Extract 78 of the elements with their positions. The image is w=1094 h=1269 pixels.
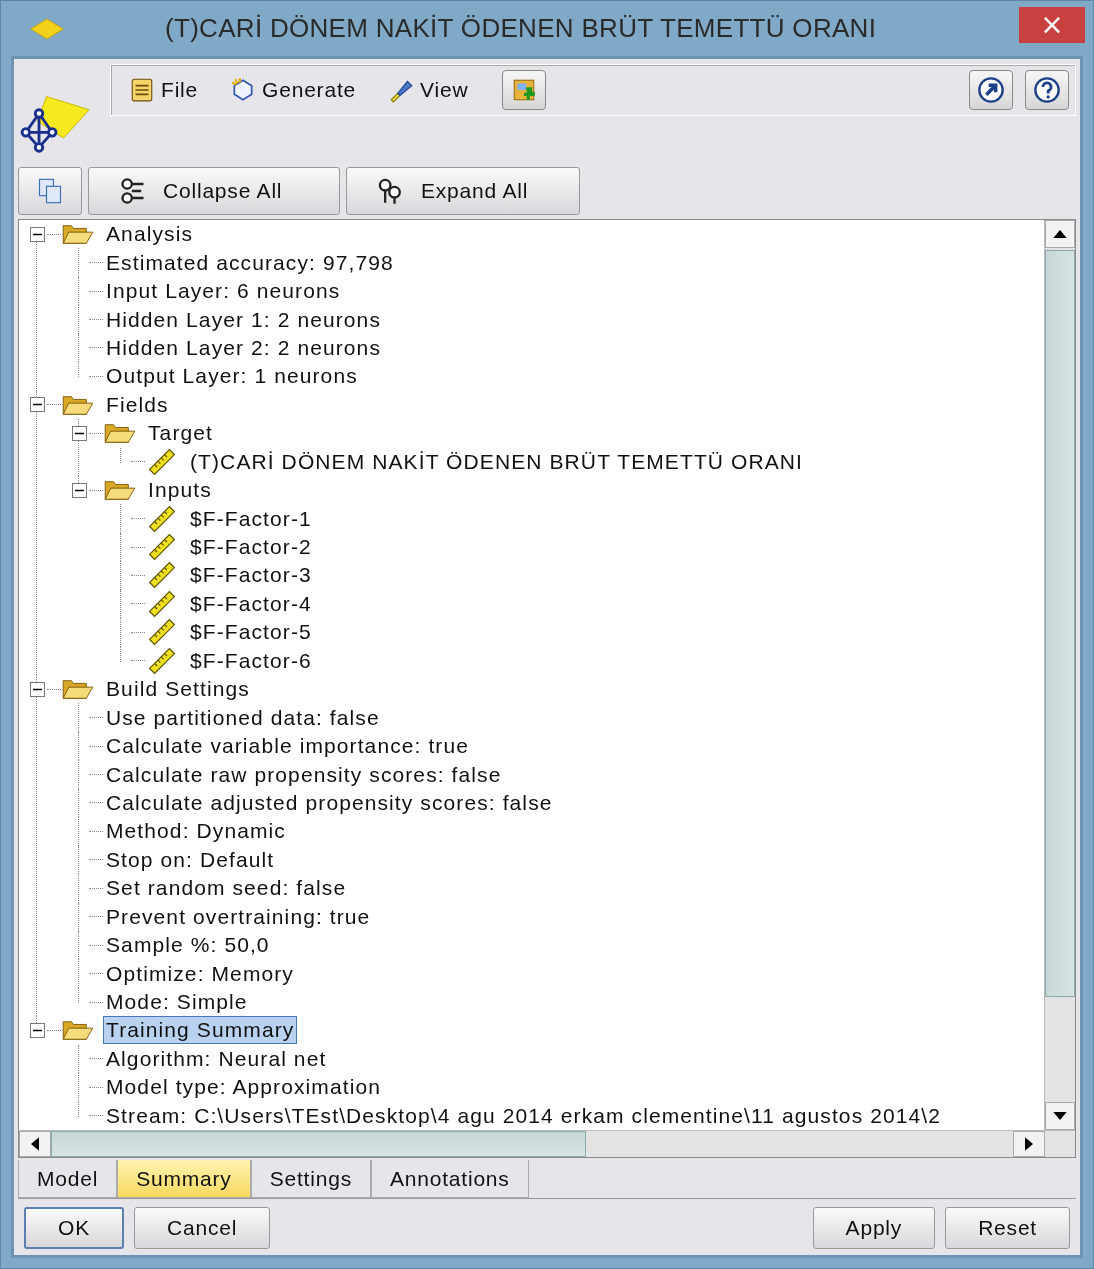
tree-item[interactable]: Set random seed: false: [103, 874, 350, 903]
tree-item[interactable]: Use partitioned data: false: [103, 703, 383, 732]
collapse-icon[interactable]: [29, 1022, 45, 1038]
left-arrow-icon[interactable]: [31, 1137, 39, 1151]
tree-item[interactable]: Prevent overtraining: true: [103, 902, 374, 931]
scroll-thumb[interactable]: [1045, 250, 1075, 997]
tree-item[interactable]: Sample %: 50,0: [103, 931, 273, 960]
folder-icon: [103, 421, 137, 446]
tree-item[interactable]: Stop on: Default: [103, 845, 278, 874]
down-arrow-icon[interactable]: [1053, 1112, 1067, 1120]
tree-item[interactable]: $F-Factor-5: [187, 618, 315, 647]
tab[interactable]: Annotations: [370, 1160, 529, 1198]
copy-button[interactable]: [18, 167, 82, 215]
folder-icon: [61, 677, 95, 702]
table-plus-icon: [511, 77, 538, 103]
tab[interactable]: Summary: [117, 1160, 251, 1198]
folder-icon: [61, 1018, 95, 1043]
copy-icon: [36, 177, 64, 205]
right-arrow-icon[interactable]: [1025, 1137, 1033, 1151]
tree-item[interactable]: Estimated accuracy: 97,798: [103, 248, 397, 277]
collapse-icon[interactable]: [71, 482, 87, 498]
tree-item[interactable]: Target: [145, 419, 216, 448]
folder-icon: [61, 222, 95, 247]
apply-button[interactable]: Apply: [812, 1207, 936, 1249]
tree-item[interactable]: Training Summary: [103, 1016, 298, 1045]
tree-item[interactable]: Hidden Layer 1: 2 neurons: [103, 305, 384, 334]
ok-button[interactable]: OK: [24, 1207, 124, 1249]
close-button[interactable]: ×: [1019, 7, 1085, 43]
arrow-circle-icon: [977, 76, 1005, 104]
horizontal-scrollbar[interactable]: [19, 1130, 1075, 1157]
open-button[interactable]: [969, 70, 1013, 110]
tree-item[interactable]: Build Settings: [103, 675, 253, 704]
tree-item[interactable]: Model type: Approximation: [103, 1073, 384, 1102]
tree-item[interactable]: Optimize: Memory: [103, 959, 297, 988]
tab[interactable]: Settings: [250, 1160, 371, 1198]
tree-item[interactable]: Hidden Layer 2: 2 neurons: [103, 333, 384, 362]
window-title: (T)CARİ DÖNEM NAKİT ÖDENEN BRÜT TEMETTÜ ORANI: [165, 13, 877, 44]
expand-all-button[interactable]: Expand All: [346, 167, 580, 215]
folder-icon: [103, 478, 137, 503]
tree-item[interactable]: Method: Dynamic: [103, 817, 289, 846]
reset-button[interactable]: Reset: [945, 1207, 1070, 1249]
up-arrow-icon[interactable]: [1053, 230, 1067, 238]
insert-button[interactable]: [502, 70, 547, 110]
tree-item[interactable]: Mode: Simple: [103, 988, 251, 1017]
tree-item[interactable]: $F-Factor-3: [187, 561, 315, 590]
help-button[interactable]: [1025, 70, 1069, 110]
tree-item[interactable]: $F-Factor-2: [187, 533, 315, 562]
flashlight-icon: [388, 77, 414, 103]
collapse-icon[interactable]: [29, 226, 45, 242]
menu-item[interactable]: File: [129, 77, 199, 103]
tab[interactable]: Model: [18, 1160, 118, 1198]
cancel-button[interactable]: Cancel: [133, 1207, 271, 1249]
tree-item[interactable]: Input Layer: 6 neurons: [103, 277, 344, 306]
vertical-scrollbar[interactable]: [1044, 220, 1075, 1130]
tree-item[interactable]: $F-Factor-4: [187, 589, 315, 618]
collapse-icon[interactable]: [29, 397, 45, 413]
nodes-icon: [119, 177, 147, 205]
scroll-thumb[interactable]: [51, 1131, 586, 1157]
tree-item[interactable]: Calculate variable importance: true: [103, 732, 472, 761]
menu-item[interactable]: View: [388, 77, 469, 103]
tree-item[interactable]: Inputs: [145, 476, 215, 505]
collapse-icon[interactable]: [29, 681, 45, 697]
tree-item[interactable]: Calculate adjusted propensity scores: false: [103, 788, 556, 817]
help-icon: [1033, 76, 1061, 104]
tree-item[interactable]: Output Layer: 1 neurons: [103, 362, 361, 391]
tree-item[interactable]: Algorithm: Neural net: [103, 1044, 330, 1073]
cabinet-icon: [129, 77, 155, 103]
tree-item[interactable]: $F-Factor-1: [187, 504, 315, 533]
collapse-all-button[interactable]: Collapse All: [88, 167, 340, 215]
tree-item[interactable]: Calculate raw propensity scores: false: [103, 760, 505, 789]
tree-item[interactable]: (T)CARİ DÖNEM NAKİT ÖDENEN BRÜT TEMETTÜ ORANI: [187, 447, 807, 476]
menu-item[interactable]: Generate: [230, 77, 356, 103]
tree-item[interactable]: Analysis: [103, 220, 196, 249]
diamond-icon: [29, 17, 65, 40]
tree-item[interactable]: Fields: [103, 390, 172, 419]
tree-item[interactable]: $F-Factor-6: [187, 646, 315, 675]
collapse-icon[interactable]: [71, 425, 87, 441]
tree-item[interactable]: Stream: C:\Users\TEst\Desktop\4 agu 2014 erkam clementine\11 agustos 2014\2: [103, 1101, 944, 1130]
